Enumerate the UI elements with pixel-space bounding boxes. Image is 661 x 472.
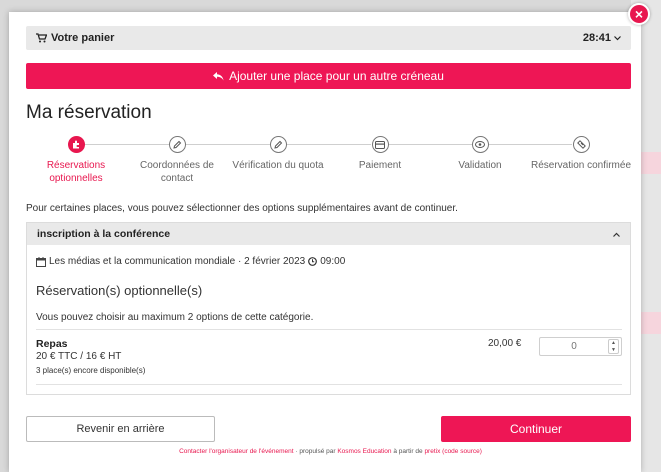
step-label: Validation: [458, 160, 502, 171]
section-subtitle: Réservation(s) optionnelle(s): [36, 283, 203, 298]
footer: Contacter l'organisateur de l'événement …: [0, 448, 661, 455]
option-price: 20,00 €: [488, 338, 522, 349]
cart-label: Votre panier: [51, 32, 115, 44]
quantity-input[interactable]: [540, 341, 608, 352]
cart-timer: 28:41: [582, 32, 611, 44]
continue-button[interactable]: Continuer: [441, 416, 631, 442]
option-availability: 3 place(s) encore disponible(s): [36, 366, 146, 375]
progress-steps: Réservations optionnelles Coordonnées de…: [26, 136, 631, 191]
chevron-up-icon[interactable]: [613, 232, 620, 237]
option-price-detail: 20 € TTC / 16 € HT: [36, 351, 122, 362]
close-button[interactable]: ×: [628, 3, 650, 25]
clock-icon: [308, 257, 318, 266]
stepper-arrows[interactable]: ▲ ▼: [608, 339, 619, 354]
event-time: 09:00: [320, 256, 346, 267]
ticket-icon: [572, 136, 590, 153]
increment-icon[interactable]: ▲: [609, 340, 618, 347]
step-quota: Vérification du quota: [228, 136, 328, 172]
contact-organizer-link[interactable]: Contacter l'organisateur de l'événement: [179, 448, 294, 455]
eye-icon: [471, 136, 489, 153]
divider: [36, 329, 622, 330]
pretix-link[interactable]: pretix: [424, 448, 440, 455]
decrement-icon[interactable]: ▼: [609, 347, 618, 354]
step-optional-reservations: Réservations optionnelles: [36, 136, 116, 185]
chevron-down-icon: [614, 35, 621, 40]
step-contact: Coordonnées de contact: [137, 136, 217, 185]
panel-title: inscription à la conférence: [37, 228, 171, 240]
close-icon: ×: [634, 6, 644, 22]
puzzle-icon: [67, 136, 85, 153]
source-code-link[interactable]: (code source): [442, 448, 482, 455]
panel-header[interactable]: inscription à la conférence: [27, 223, 630, 245]
step-validation: Validation: [440, 136, 520, 172]
option-name: Repas: [36, 338, 68, 350]
pencil-icon: [269, 136, 287, 153]
divider: [36, 384, 622, 385]
max-options-text: Vous pouvez choisir au maximum 2 options…: [36, 312, 314, 323]
step-label: Réservations optionnelles: [46, 160, 106, 184]
intro-text: Pour certaines places, vous pouvez sélec…: [26, 203, 458, 214]
pencil-icon: [168, 136, 186, 153]
step-label: Vérification du quota: [232, 160, 324, 171]
event-name: Les médias et la communication mondiale …: [49, 256, 306, 267]
based-on-text: à partir de: [393, 448, 423, 455]
powered-by-text: propulsé par: [299, 448, 336, 455]
step-label: Paiement: [358, 160, 402, 171]
quantity-stepper[interactable]: ▲ ▼: [539, 337, 622, 356]
cart-bar[interactable]: Votre panier 28:41: [26, 26, 631, 50]
credit-card-icon: [371, 136, 389, 153]
cart-icon: [36, 33, 47, 43]
calendar-icon: [36, 256, 46, 267]
step-payment: Paiement: [340, 136, 420, 172]
back-button[interactable]: Revenir en arrière: [26, 416, 215, 442]
add-slot-button[interactable]: Ajouter une place pour un autre créneau: [26, 63, 631, 89]
brand-link[interactable]: Kosmos Education: [337, 448, 391, 455]
step-label: Coordonnées de contact: [140, 160, 214, 184]
page-title: Ma réservation: [26, 102, 152, 123]
add-slot-label: Ajouter une place pour un autre créneau: [229, 69, 444, 83]
options-panel: inscription à la conférence Les médias e…: [26, 222, 631, 395]
step-label: Réservation confirmée: [530, 160, 632, 171]
step-confirmed: Réservation confirmée: [526, 136, 636, 172]
reply-icon: [213, 71, 224, 80]
event-info: Les médias et la communication mondiale …: [36, 256, 345, 267]
